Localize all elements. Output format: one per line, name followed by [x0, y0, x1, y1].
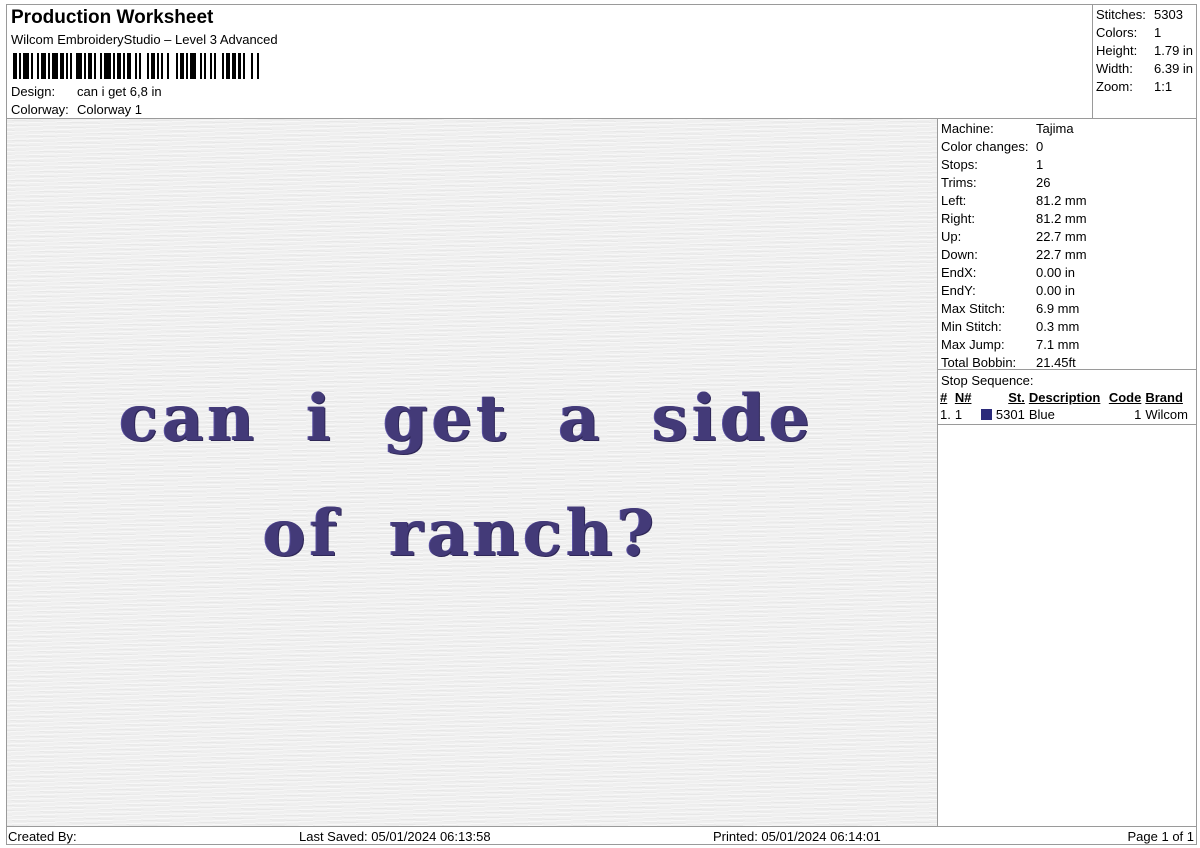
row-stitches: 5301 [995, 407, 1025, 423]
info-up: Up: 22.7 mm [941, 229, 1087, 244]
info-color-changes: Color changes: 0 [941, 139, 1044, 154]
summary-colors: Colors: 1 [1096, 25, 1162, 40]
worksheet-footer: Created By: Last Saved: 05/01/2024 06:13… [7, 826, 1197, 845]
info-machine: Machine: Tajima [941, 121, 1074, 136]
stop-sequence-table: # N# St. Description Code Brand 1. 1 530… [938, 388, 1197, 425]
worksheet-title: Production Worksheet [11, 7, 214, 28]
colorway-label: Colorway: [11, 102, 69, 117]
design-value: can i get 6,8 in [77, 84, 162, 99]
stop-sequence: Stop Sequence: # N# St. Description Code… [938, 369, 1197, 425]
col-stitches: St. [1008, 389, 1025, 405]
info-right: Right: 81.2 mm [941, 211, 1087, 226]
info-max-stitch: Max Stitch: 6.9 mm [941, 301, 1080, 316]
info-max-jump: Max Jump: 7.1 mm [941, 337, 1080, 352]
table-row: 1. 1 5301 Blue 1 Wilcom [938, 406, 1197, 425]
page-number: Page 1 of 1 [1127, 829, 1195, 844]
production-worksheet: Production Worksheet Wilcom EmbroiderySt… [6, 4, 1197, 845]
col-needle: N# [954, 389, 972, 405]
barcode-bar [259, 53, 261, 79]
info-left: Left: 81.2 mm [941, 193, 1087, 208]
design-summary: Stitches: 5303 Colors: 1 Height: 1.79 in Wi… [1092, 5, 1197, 119]
info-endy: EndY: 0.00 in [941, 283, 1076, 298]
stop-sequence-title: Stop Sequence: [941, 373, 1034, 388]
embroidery-text-line-2: of ranch? [262, 496, 659, 571]
last-saved: Last Saved: 05/01/2024 06:13:58 [299, 829, 491, 844]
info-down: Down: 22.7 mm [941, 247, 1087, 262]
info-trims: Trims: 26 [941, 175, 1051, 190]
design-label: Design: [11, 84, 56, 99]
design-preview: can i get a side of ranch? [7, 119, 938, 826]
embroidery-text-line-1: can i get a side [119, 381, 814, 456]
col-code: Code [1108, 389, 1142, 405]
col-brand: Brand [1145, 389, 1183, 405]
printed-date: Printed: 05/01/2024 06:14:01 [713, 829, 881, 844]
info-endx: EndX: 0.00 in [941, 265, 1076, 280]
colorway-value: Colorway 1 [77, 102, 143, 117]
created-by: Created By: [8, 829, 77, 844]
summary-width: Width: 6.39 in [1096, 61, 1194, 76]
col-description: Description [1028, 389, 1101, 405]
row-code: 1 [1106, 406, 1144, 425]
row-brand: Wilcom [1143, 406, 1197, 425]
row-description: Blue [1026, 406, 1107, 425]
summary-stitches: Stitches: 5303 [1096, 7, 1183, 22]
info-min-stitch: Min Stitch: 0.3 mm [941, 319, 1080, 334]
info-stops: Stops: 1 [941, 157, 1044, 172]
thread-color-swatch [980, 409, 992, 421]
row-needle: 1 [952, 406, 975, 425]
row-index: 1. [938, 406, 953, 425]
summary-height: Height: 1.79 in [1096, 43, 1194, 58]
software-name: Wilcom EmbroideryStudio – Level 3 Advanc… [11, 32, 278, 47]
col-index: # [940, 389, 948, 405]
design-row: Design: can i get 6,8 in [11, 84, 162, 99]
worksheet-header: Production Worksheet Wilcom EmbroiderySt… [7, 5, 1092, 119]
summary-zoom: Zoom: 1:1 [1096, 79, 1173, 94]
barcode-icon [13, 53, 261, 79]
machine-info-panel: Machine: Tajima Color changes: 0 Stops: 1 T… [938, 119, 1197, 373]
colorway-row: Colorway: Colorway 1 [11, 102, 142, 117]
row-stitches-cell: 5301 [974, 406, 1027, 425]
